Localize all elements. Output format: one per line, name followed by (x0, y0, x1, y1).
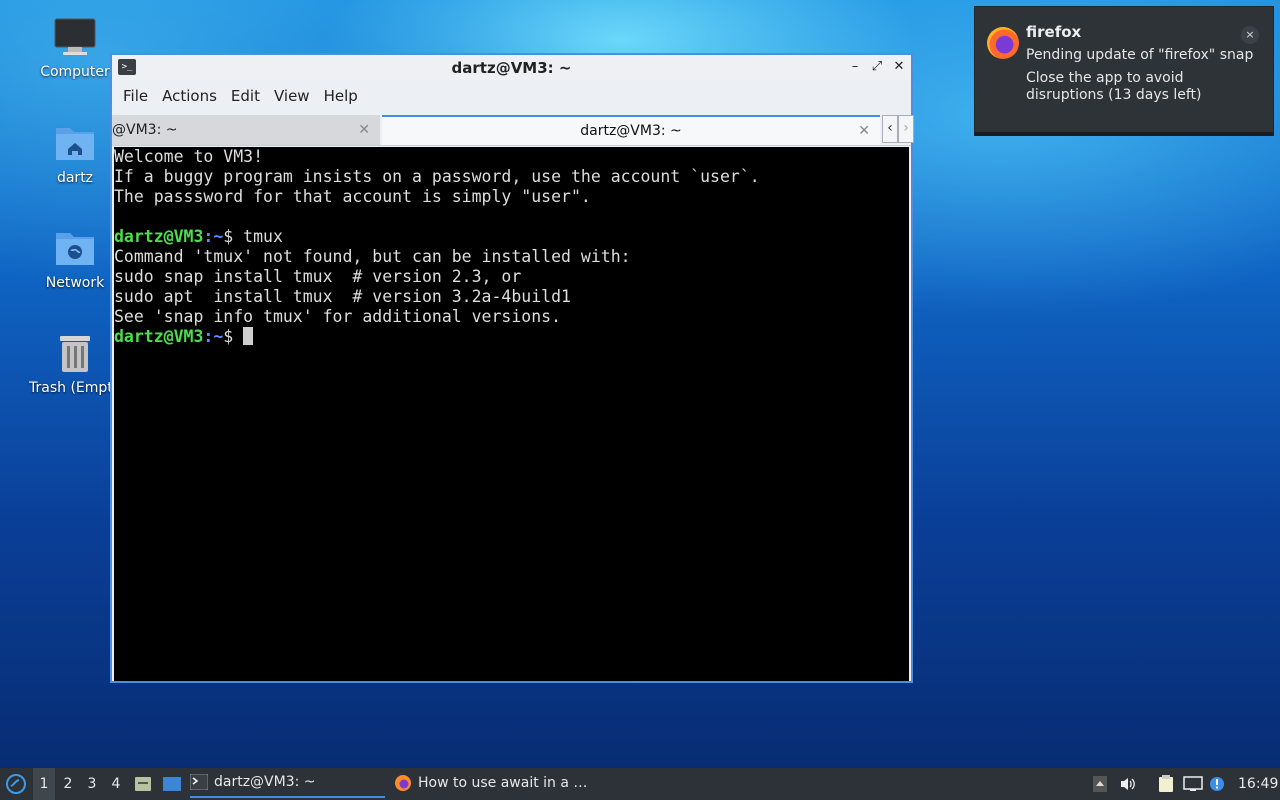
prompt-user: dartz@VM3 (114, 227, 204, 246)
prompt-path: ~ (213, 327, 224, 346)
tab-label: dartz@VM3: ~ (580, 123, 682, 139)
tab-scroll-left-icon[interactable]: ‹ (882, 115, 898, 143)
task-terminal[interactable]: dartz@VM3: ~ (190, 768, 385, 798)
home-folder-icon (54, 122, 96, 164)
terminal-line: sudo apt install tmux # version 3.2a-4bu… (114, 287, 571, 306)
workspace-3[interactable]: 3 (81, 768, 103, 800)
workspace-4[interactable]: 4 (105, 768, 127, 800)
terminal-output[interactable]: Welcome to VM3! If a buggy program insis… (114, 147, 909, 681)
terminal-line: If a buggy program insists on a password… (114, 167, 760, 186)
tray-network[interactable] (1182, 768, 1204, 800)
prompt-symbol: $ (223, 227, 244, 246)
taskbar: 1 2 3 4 dartz@VM3: ~ How to use await in… (0, 768, 1280, 800)
window-titlebar[interactable]: >_ dartz@VM3: ~ – ⤢ ✕ (112, 55, 911, 81)
prompt-separator: : (203, 227, 214, 246)
notification-app-name: firefox (1026, 23, 1082, 41)
tray-volume[interactable] (1117, 768, 1139, 800)
update-notifier-icon (1210, 777, 1224, 791)
tray-updates[interactable] (1206, 768, 1228, 800)
prompt-path: ~ (213, 227, 224, 246)
tray-clipboard[interactable] (1155, 768, 1177, 800)
clock[interactable]: 16:49 (1238, 768, 1278, 800)
terminal-window: >_ dartz@VM3: ~ – ⤢ ✕ File Actions Edit … (110, 53, 914, 683)
tab-1[interactable]: @VM3: ~ ✕ (112, 115, 380, 145)
lubuntu-logo-icon (6, 774, 26, 794)
file-manager-launcher[interactable] (134, 768, 154, 800)
desktop-icon-network[interactable]: Network (27, 227, 123, 291)
prompt-symbol: $ (223, 327, 244, 346)
prompt-separator: : (203, 327, 214, 346)
minimize-button[interactable]: – (847, 58, 863, 76)
prompt-command: tmux (243, 227, 283, 246)
terminal-app-icon[interactable]: >_ (118, 59, 136, 75)
task-label: dartz@VM3: ~ (214, 774, 316, 790)
desktop-icon-label: dartz (56, 170, 94, 186)
tab-bar: @VM3: ~ ✕ dartz@VM3: ~ ✕ ‹ › (112, 111, 914, 146)
tab-label: @VM3: ~ (112, 122, 178, 138)
prompt-user: dartz@VM3 (114, 327, 204, 346)
workspace-1[interactable]: 1 (33, 768, 55, 800)
start-menu-button[interactable] (4, 768, 28, 800)
terminal-cursor (243, 327, 254, 345)
desktop-icon-label: Network (45, 275, 105, 291)
maximize-button[interactable]: ⤢ (869, 58, 885, 76)
prompt-line: dartz@VM3:~$ (114, 327, 909, 347)
computer-icon (54, 16, 96, 58)
terminal-line: Welcome to VM3! (114, 147, 264, 166)
desktop-icon-home[interactable]: dartz (27, 122, 123, 186)
menu-view[interactable]: View (271, 87, 321, 105)
desktop-icon-label: Trash (Empt (29, 380, 113, 396)
notification-popup[interactable]: firefox Pending update of "firefox" snap… (974, 6, 1274, 136)
clipboard-icon (1159, 775, 1173, 792)
tab-2[interactable]: dartz@VM3: ~ ✕ (382, 115, 880, 145)
prompt-line: dartz@VM3:~$ tmux (114, 227, 909, 247)
menu-edit[interactable]: Edit (228, 87, 271, 105)
notification-close-button[interactable]: × (1241, 26, 1259, 44)
terminal-line: Command 'tmux' not found, but can be ins… (114, 247, 631, 266)
menu-bar: File Actions Edit View Help (112, 81, 911, 111)
network-icon (1183, 776, 1203, 791)
desktop-icon-computer[interactable]: Computer (27, 16, 123, 80)
terminal-line: See 'snap info tmux' for additional vers… (114, 307, 562, 326)
file-manager-icon (135, 777, 151, 791)
task-firefox[interactable]: How to use await in a … (394, 768, 594, 798)
workspace-2[interactable]: 2 (57, 768, 79, 800)
firefox-icon (395, 775, 411, 791)
network-folder-icon (54, 227, 96, 269)
volume-icon (1121, 778, 1135, 790)
menu-help[interactable]: Help (321, 87, 369, 105)
tab-close-icon[interactable]: ✕ (858, 123, 870, 139)
notification-message: Close the app to avoid disruptions (13 d… (1026, 70, 1202, 103)
show-desktop-launcher[interactable] (162, 768, 184, 800)
arrow-up-icon (1093, 776, 1107, 792)
tab-close-icon[interactable]: ✕ (358, 122, 370, 138)
tab-scroll-right-icon[interactable]: › (898, 115, 914, 143)
firefox-icon (987, 27, 1019, 59)
menu-actions[interactable]: Actions (159, 87, 228, 105)
menu-file[interactable]: File (120, 87, 159, 105)
desktop-icon-label: Computer (40, 64, 110, 80)
desktop-icon (163, 777, 181, 791)
notification-message: Pending update of "firefox" snap (1026, 47, 1254, 63)
tray-up-arrow[interactable] (1089, 768, 1111, 800)
trash-icon (54, 332, 96, 374)
terminal-line: The passsword for that account is simply… (114, 187, 591, 206)
close-button[interactable]: ✕ (891, 58, 907, 76)
task-label: How to use await in a … (418, 775, 588, 791)
terminal-line: sudo snap install tmux # version 2.3, or (114, 267, 522, 286)
desktop-icon-trash[interactable]: Trash (Empt (27, 332, 123, 396)
terminal-icon (190, 774, 208, 790)
window-title: dartz@VM3: ~ (451, 59, 572, 77)
notification-body: Pending update of "firefox" snap Close t… (1026, 47, 1256, 110)
